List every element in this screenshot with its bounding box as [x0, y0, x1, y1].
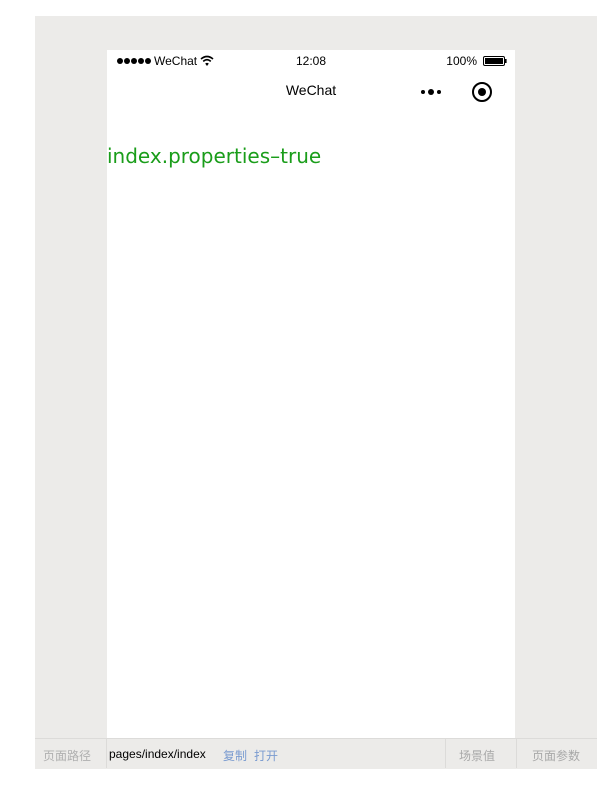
page-path-value: pages/index/index	[109, 747, 206, 761]
battery-percent: 100%	[446, 54, 477, 68]
copy-link[interactable]: 复制	[223, 747, 247, 764]
nav-title: WeChat	[285, 82, 337, 98]
more-dots-icon[interactable]	[420, 84, 442, 100]
simulator-workspace: WeChat 12:08 100% WeChat index.propertie…	[35, 16, 597, 768]
battery-group: 100%	[446, 54, 507, 68]
divider	[516, 738, 517, 768]
scene-value-button[interactable]: 场景值	[459, 747, 495, 764]
content-text: index.properties–true	[107, 144, 322, 168]
nav-bar: WeChat	[107, 72, 515, 112]
page-params-button[interactable]: 页面参数	[532, 747, 580, 764]
phone-screen: WeChat 12:08 100% WeChat index.propertie…	[107, 50, 515, 738]
bottom-toolbar: 页面路径 pages/index/index 复制 打开 场景值 页面参数	[35, 738, 597, 769]
status-bar: WeChat 12:08 100%	[107, 50, 515, 72]
battery-icon	[483, 56, 507, 66]
divider	[445, 738, 446, 768]
record-icon[interactable]	[471, 81, 493, 103]
open-link[interactable]: 打开	[254, 747, 278, 764]
divider	[106, 738, 107, 768]
page-path-label: 页面路径	[43, 749, 92, 763]
